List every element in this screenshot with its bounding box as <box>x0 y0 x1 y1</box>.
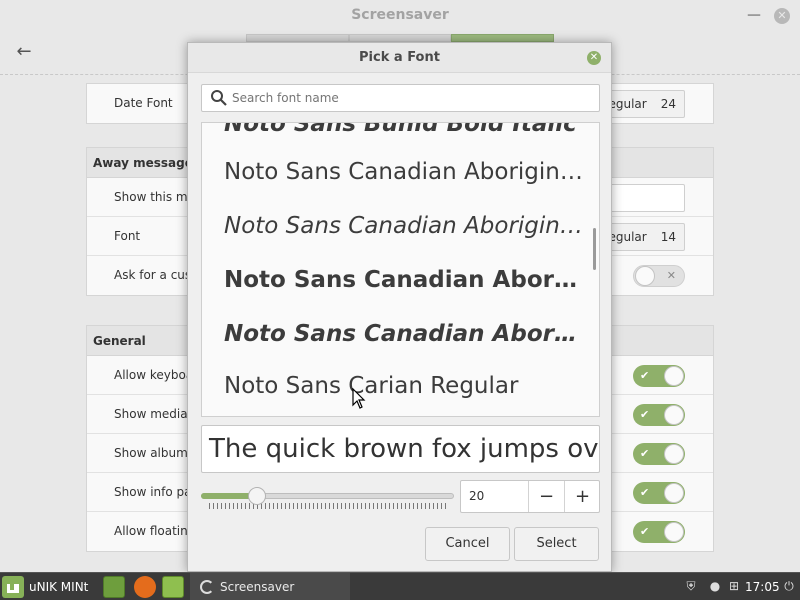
toggle-knob <box>664 522 684 542</box>
show-desktop-icon[interactable] <box>103 576 125 598</box>
floating-widgets-toggle[interactable]: ✔ <box>633 521 685 543</box>
taskbar: uNIK MINt Screensaver ⛨ ● ⊞ 17:05 ⏻ <box>0 572 800 600</box>
font-list-item[interactable]: Noto Sans Canadian Aboriginal Bold <box>224 263 584 297</box>
shield-icon[interactable]: ⛨ <box>682 577 700 595</box>
cross-icon: ✕ <box>666 269 676 282</box>
check-icon: ✔ <box>640 486 650 499</box>
task-screensaver[interactable]: Screensaver <box>190 573 350 600</box>
check-icon: ✔ <box>640 525 650 538</box>
album-art-toggle[interactable]: ✔ <box>633 443 685 465</box>
close-icon: ✕ <box>589 52 599 63</box>
mouse-pointer-icon <box>352 388 366 409</box>
font-list-item[interactable]: Noto Sans Canadian Aboriginal Bold Itali… <box>224 317 584 351</box>
minimize-button[interactable]: — <box>744 5 764 25</box>
stack-tab-2[interactable] <box>348 34 452 42</box>
power-icon[interactable]: ⏻ <box>780 577 798 595</box>
check-icon: ✔ <box>640 408 650 421</box>
row-label: Date Font <box>114 96 173 110</box>
info-panel-toggle[interactable]: ✔ <box>633 482 685 504</box>
search-input[interactable] <box>232 88 592 108</box>
search-icon <box>211 90 227 106</box>
cancel-button[interactable]: Cancel <box>425 527 510 561</box>
window-title: Screensaver <box>351 7 449 23</box>
leaf-icon <box>7 584 19 593</box>
slider-handle[interactable] <box>248 487 266 505</box>
firefox-icon[interactable] <box>134 576 156 598</box>
toggle-knob <box>664 366 684 386</box>
task-label: Screensaver <box>220 580 295 594</box>
stack-tab-3[interactable] <box>451 34 555 42</box>
font-list-item[interactable]: Noto Sans Buhid Bold Italic <box>224 123 584 141</box>
font-size-label: 14 <box>660 230 676 244</box>
font-preview[interactable]: The quick brown fox jumps over the lazy … <box>201 425 600 473</box>
toggle-knob <box>635 266 655 286</box>
clock[interactable]: 17:05 <box>745 573 780 600</box>
font-search-field[interactable] <box>201 84 600 112</box>
check-icon: ✔ <box>640 447 650 460</box>
window-titlebar[interactable]: Screensaver — ✕ <box>0 0 800 30</box>
custom-message-toggle[interactable]: ✕ <box>633 265 685 287</box>
toggle-knob <box>664 444 684 464</box>
minimize-icon: — <box>747 7 761 23</box>
mint-logo-icon <box>2 576 24 598</box>
check-icon: ✔ <box>640 369 650 382</box>
files-folder-icon[interactable] <box>162 576 184 598</box>
dialog-title: Pick a Font <box>188 43 611 73</box>
font-list-item[interactable]: Noto Sans Canadian Aboriginal Regular <box>224 155 584 189</box>
font-list[interactable]: Noto Sans Buhid Bold Italic Noto Sans Ca… <box>201 122 600 417</box>
font-list-item[interactable]: Noto Sans Carian Regular <box>224 369 584 403</box>
font-list-item[interactable]: Noto Sans Canadian Aboriginal Italic <box>224 209 584 243</box>
slider-ticks <box>209 503 449 509</box>
toggle-knob <box>664 483 684 503</box>
font-list-scrollbar[interactable] <box>593 228 596 270</box>
toggle-knob <box>664 405 684 425</box>
size-value[interactable]: 20 <box>469 481 529 512</box>
media-controls-toggle[interactable]: ✔ <box>633 404 685 426</box>
decrease-size-button[interactable]: − <box>528 481 564 512</box>
increase-size-button[interactable]: + <box>564 481 600 512</box>
select-button[interactable]: Select <box>514 527 599 561</box>
pick-font-dialog: Pick a Font ✕ Noto Sans Buhid Bold Itali… <box>187 42 612 572</box>
font-size-label: 24 <box>660 97 676 111</box>
user-icon[interactable]: ● <box>706 577 724 595</box>
back-button[interactable]: ← <box>10 38 38 66</box>
minus-icon: − <box>538 486 555 507</box>
row-label: Font <box>114 229 141 243</box>
keyboard-shortcuts-toggle[interactable]: ✔ <box>633 365 685 387</box>
network-icon[interactable]: ⊞ <box>725 577 743 595</box>
font-size-spinbutton[interactable]: 20 − + <box>460 480 600 513</box>
close-icon: ✕ <box>774 8 790 24</box>
back-arrow-icon: ← <box>16 41 32 62</box>
stack-tab-1[interactable] <box>246 34 349 42</box>
screensaver-moon-icon <box>200 580 214 594</box>
stack-switcher <box>246 34 555 42</box>
menu-label: uNIK MINt <box>29 580 89 594</box>
start-menu-button[interactable]: uNIK MINt <box>2 575 88 599</box>
window-close-button[interactable]: ✕ <box>772 5 792 25</box>
font-size-slider[interactable] <box>201 487 454 509</box>
plus-icon: + <box>574 486 591 507</box>
dialog-close-button[interactable]: ✕ <box>587 51 601 65</box>
